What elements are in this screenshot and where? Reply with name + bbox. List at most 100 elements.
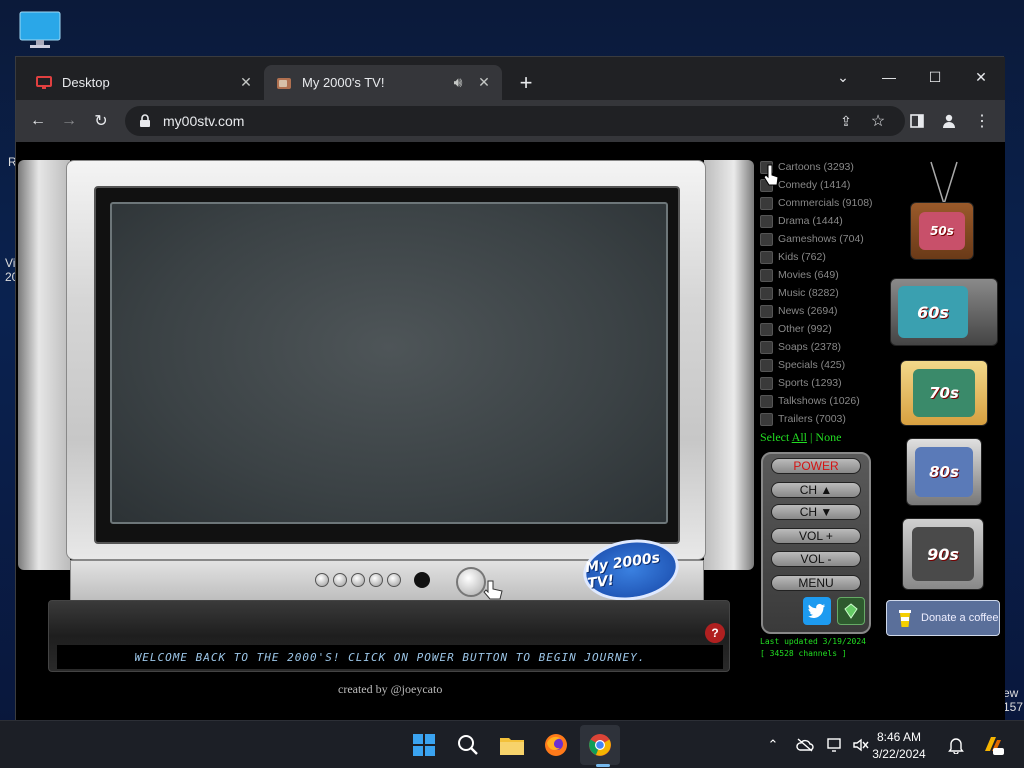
channel-item-other[interactable]: Other (992)	[760, 320, 890, 338]
tv-knob[interactable]	[315, 573, 329, 587]
channel-checkbox[interactable]	[760, 304, 773, 318]
share-icon[interactable]: ⇪	[832, 107, 860, 135]
channel-item-drama[interactable]: Drama (1444)	[760, 212, 890, 230]
channel-checkbox[interactable]	[760, 358, 773, 372]
channel-checkbox[interactable]	[760, 340, 773, 354]
channel-label: Kids (762)	[778, 251, 826, 263]
close-tab-icon[interactable]: ✕	[474, 73, 494, 93]
lock-icon[interactable]	[139, 114, 153, 128]
tab-my-2000s-tv[interactable]: My 2000's TV! 🔊︎ ✕	[264, 65, 502, 100]
channel-item-music[interactable]: Music (8282)	[760, 284, 890, 302]
menu-button[interactable]: MENU	[771, 575, 861, 591]
address-bar[interactable]: my00stv.com	[125, 106, 905, 136]
tv-power-button[interactable]	[456, 567, 486, 597]
desktop-edge-text: ew 157	[1003, 686, 1024, 714]
select-none-link[interactable]: None	[815, 430, 841, 444]
channel-checkbox[interactable]	[760, 322, 773, 336]
channel-checkbox[interactable]	[760, 232, 773, 246]
power-button[interactable]: POWER	[771, 458, 861, 474]
volume-up-button[interactable]: VOL +	[771, 528, 861, 544]
channel-checkbox[interactable]	[760, 412, 773, 426]
close-window-button[interactable]: ✕	[959, 63, 1003, 91]
new-tab-button[interactable]: +	[514, 70, 538, 95]
chrome-icon[interactable]	[580, 725, 620, 765]
help-button[interactable]: ?	[705, 623, 725, 643]
maximize-button[interactable]: ☐	[913, 63, 957, 91]
channel-item-comedy[interactable]: Comedy (1414)	[760, 176, 890, 194]
decade-70s-tv[interactable]: 70s	[900, 360, 988, 426]
tv-knob[interactable]	[333, 573, 347, 587]
clock-date: 3/22/2024	[872, 747, 926, 761]
tv-bezel	[94, 186, 680, 544]
channel-up-button[interactable]: CH ▲	[771, 482, 861, 498]
side-panel-icon[interactable]	[903, 107, 931, 135]
channel-checkbox[interactable]	[760, 286, 773, 300]
channel-item-specials[interactable]: Specials (425)	[760, 356, 890, 374]
channel-down-button[interactable]: CH ▼	[771, 504, 861, 520]
channel-item-cartoons[interactable]: Cartoons (3293)	[760, 158, 890, 176]
tv-knob[interactable]	[351, 573, 365, 587]
active-app-indicator	[596, 764, 610, 767]
search-icon[interactable]	[448, 725, 488, 765]
decade-60s-tv[interactable]: 60s	[890, 278, 998, 346]
channel-item-soaps[interactable]: Soaps (2378)	[760, 338, 890, 356]
decade-label: 90s	[912, 527, 974, 581]
channel-item-talkshows[interactable]: Talkshows (1026)	[760, 392, 890, 410]
channel-label: Sports (1293)	[778, 377, 842, 389]
channel-checkbox[interactable]	[760, 214, 773, 228]
chevron-up-icon[interactable]: ⌃	[762, 733, 784, 757]
select-prefix: Select	[760, 430, 792, 444]
tv-screen[interactable]	[110, 202, 668, 524]
copilot-icon[interactable]	[980, 733, 1006, 757]
back-button[interactable]: ←	[24, 107, 52, 135]
github-gem-icon[interactable]	[837, 597, 865, 625]
tv-knob[interactable]	[369, 573, 383, 587]
file-explorer-icon[interactable]	[492, 725, 532, 765]
select-all-link[interactable]: All	[792, 430, 807, 444]
channel-checkbox[interactable]	[760, 376, 773, 390]
firefox-icon[interactable]	[536, 725, 576, 765]
tab-desktop[interactable]: Desktop ✕	[24, 65, 264, 100]
decade-50s-tv[interactable]: 50s	[910, 202, 974, 260]
channel-item-commercials[interactable]: Commercials (9108)	[760, 194, 890, 212]
channel-checkbox[interactable]	[760, 268, 773, 282]
channel-label: News (2694)	[778, 305, 838, 317]
channel-item-trailers[interactable]: Trailers (7003)	[760, 410, 890, 428]
channel-list: Cartoons (3293) Comedy (1414) Commercial…	[760, 158, 890, 428]
close-tab-icon[interactable]: ✕	[236, 73, 256, 93]
tv-knob[interactable]	[387, 573, 401, 587]
channel-checkbox[interactable]	[760, 394, 773, 408]
decade-90s-tv[interactable]: 90s	[902, 518, 984, 590]
network-icon[interactable]	[824, 733, 846, 757]
bookmark-star-icon[interactable]: ☆	[864, 107, 892, 135]
select-controls: Select All | None	[760, 430, 841, 445]
tv-favicon-icon	[276, 75, 292, 91]
channel-item-gameshows[interactable]: Gameshows (704)	[760, 230, 890, 248]
profile-icon[interactable]	[935, 107, 963, 135]
channel-checkbox[interactable]	[760, 250, 773, 264]
channel-item-kids[interactable]: Kids (762)	[760, 248, 890, 266]
donate-coffee-button[interactable]: Donate a coffee	[886, 600, 1000, 636]
logo-text: My 2000s TV!	[584, 549, 661, 593]
forward-button[interactable]: →	[55, 107, 83, 135]
channel-item-movies[interactable]: Movies (649)	[760, 266, 890, 284]
desktop-monitor-icon[interactable]	[18, 10, 62, 50]
notification-bell-icon[interactable]	[945, 733, 967, 757]
channel-checkbox[interactable]	[760, 196, 773, 210]
channel-item-sports[interactable]: Sports (1293)	[760, 374, 890, 392]
tab-search-icon[interactable]: ⌄	[821, 63, 865, 91]
audio-playing-icon[interactable]: 🔊︎	[448, 73, 468, 93]
minimize-button[interactable]: —	[867, 63, 911, 91]
channel-item-news[interactable]: News (2694)	[760, 302, 890, 320]
start-button[interactable]	[404, 725, 444, 765]
decade-label: 60s	[898, 286, 968, 338]
decade-80s-tv[interactable]: 80s	[906, 438, 982, 506]
twitter-icon[interactable]	[803, 597, 831, 625]
menu-kebab-icon[interactable]: ⋮	[968, 107, 996, 135]
credit-text[interactable]: created by @joeycato	[338, 682, 442, 697]
cloud-offline-icon[interactable]	[794, 733, 816, 757]
volume-down-button[interactable]: VOL -	[771, 551, 861, 567]
channel-label: Drama (1444)	[778, 215, 843, 227]
reload-button[interactable]: ↻	[87, 107, 115, 135]
system-clock[interactable]: 8:46 AM 3/22/2024	[868, 729, 930, 763]
